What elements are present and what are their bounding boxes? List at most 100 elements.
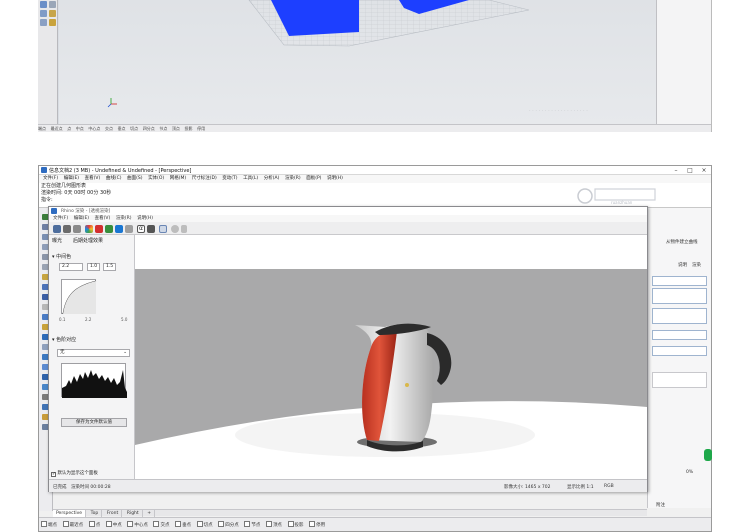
post-effects-icon[interactable] xyxy=(159,225,167,233)
osnap-tangent[interactable]: 切点 xyxy=(197,521,213,528)
osnap-point[interactable]: 点 xyxy=(89,521,101,528)
post-effects-tab[interactable]: 后期处理效果 xyxy=(73,237,103,244)
osnap-mid[interactable]: 中点 xyxy=(106,521,122,528)
curve-tick: 5.0 xyxy=(121,317,128,322)
midtones-section-header[interactable]: ▾ 中间色 xyxy=(52,253,71,260)
add-tab-button[interactable]: + xyxy=(144,510,156,517)
render-viewport[interactable] xyxy=(135,235,647,479)
alpha-channel-icon[interactable] xyxy=(125,225,133,233)
tool-icon[interactable] xyxy=(40,1,47,8)
menu-tools[interactable]: 工具(L) xyxy=(243,175,258,183)
render-tab-label[interactable]: 渲染 xyxy=(692,262,701,268)
osnap-intersection[interactable]: 交点 xyxy=(153,521,169,528)
menu-help[interactable]: 说明(H) xyxy=(327,175,343,183)
osnap-item[interactable]: 投影 xyxy=(185,126,193,132)
tool-icon[interactable] xyxy=(49,10,56,17)
render-menu-render[interactable]: 渲染(R) xyxy=(116,215,132,222)
checkbox-icon[interactable]: ✓ xyxy=(51,472,56,477)
render-menu-file[interactable]: 文件(F) xyxy=(53,215,68,222)
osnap-item[interactable]: 中心点 xyxy=(88,126,100,132)
render-menu-edit[interactable]: 编辑(E) xyxy=(74,215,89,222)
menu-solid[interactable]: 实体(O) xyxy=(148,175,164,183)
menu-mesh[interactable]: 网格(M) xyxy=(170,175,186,183)
rgb-channel-icon[interactable] xyxy=(85,225,93,233)
midtone-value-input[interactable]: 1.0 xyxy=(87,263,100,271)
osnap-near[interactable]: 最近点 xyxy=(63,521,84,528)
percent-readout[interactable]: 0% xyxy=(686,470,693,475)
close-icon[interactable]: × xyxy=(697,166,711,175)
green-channel-icon[interactable] xyxy=(105,225,113,233)
panel-list-field[interactable] xyxy=(652,288,707,304)
osnap-end[interactable]: 端点 xyxy=(41,521,57,528)
osnap-project[interactable]: 投影 xyxy=(288,521,304,528)
osnap-disable[interactable]: 停用 xyxy=(309,521,325,528)
osnap-vertex[interactable]: 顶点 xyxy=(266,521,282,528)
show-panel-checkbox[interactable]: ✓ 默认为显示这个面板 xyxy=(51,470,98,477)
osnap-quad[interactable]: 四分点 xyxy=(218,521,239,528)
osnap-item[interactable]: 顶点 xyxy=(172,126,180,132)
menu-file[interactable]: 文件(F) xyxy=(43,175,58,183)
osnap-item[interactable]: 交点 xyxy=(105,126,113,132)
menu-edit[interactable]: 编辑(E) xyxy=(64,175,79,183)
osnap-center[interactable]: 中心点 xyxy=(127,521,148,528)
exposure-tab[interactable]: 曝光 xyxy=(52,237,62,244)
osnap-item[interactable]: 点 xyxy=(67,126,71,132)
menu-panels[interactable]: 面板(P) xyxy=(306,175,321,183)
panel-list-field[interactable] xyxy=(652,308,707,324)
tone-mapping-section-header[interactable]: ▾ 色阶对应 xyxy=(52,336,76,343)
search-field[interactable] xyxy=(652,276,707,286)
chevron-down-icon: ⌄ xyxy=(123,350,127,355)
menu-surface[interactable]: 曲面(S) xyxy=(127,175,142,183)
osnap-item[interactable]: 节点 xyxy=(159,126,167,132)
midtone-gamma-input[interactable]: 2.2 xyxy=(59,263,83,271)
menu-view[interactable]: 查看(V) xyxy=(85,175,101,183)
help-tab-label[interactable]: 说明 xyxy=(678,262,687,268)
render-title-bar: Rhino 渲染 - [透视渲染] xyxy=(49,207,647,215)
tab-top[interactable]: Top xyxy=(88,510,103,517)
midtone-value-input[interactable]: 1.5 xyxy=(103,263,116,271)
osnap-item[interactable]: 端点 xyxy=(38,126,46,132)
alpha-symbol-icon[interactable]: α xyxy=(137,225,145,233)
osnap-item[interactable]: 切点 xyxy=(130,126,138,132)
tool-icon[interactable] xyxy=(49,1,56,8)
maximize-icon[interactable]: □ xyxy=(683,166,697,175)
osnap-item[interactable]: 停用 xyxy=(197,126,205,132)
render-menu-view[interactable]: 查看(V) xyxy=(95,215,111,222)
pause-icon[interactable] xyxy=(181,225,187,233)
tab-right[interactable]: Right xyxy=(124,510,143,517)
osnap-item[interactable]: 最近点 xyxy=(51,126,63,132)
osnap-item[interactable]: 四分点 xyxy=(143,126,155,132)
notes-label[interactable]: 附注 xyxy=(656,502,665,508)
osnap-knot[interactable]: 节点 xyxy=(244,521,260,528)
menu-curve[interactable]: 曲线(C) xyxy=(106,175,122,183)
osnap-item[interactable]: 垂点 xyxy=(118,126,126,132)
top-viewport[interactable]: · · · · · · · · · · · · · · · · · · · xyxy=(59,0,659,124)
tool-icon[interactable] xyxy=(40,19,47,26)
menu-analyze[interactable]: 分析(A) xyxy=(264,175,280,183)
render-menu-help[interactable]: 说明(H) xyxy=(137,215,153,222)
menu-dimension[interactable]: 尺寸标注(D) xyxy=(192,175,217,183)
menu-render[interactable]: 渲染(R) xyxy=(285,175,301,183)
panel-value-field[interactable] xyxy=(652,330,707,340)
tool-icon[interactable] xyxy=(40,10,47,17)
save-defaults-button[interactable]: 保存为文件默认值 xyxy=(61,418,127,427)
print-icon[interactable] xyxy=(73,225,81,233)
rotate-icon[interactable] xyxy=(147,225,155,233)
save-icon[interactable] xyxy=(53,225,61,233)
tab-front[interactable]: Front xyxy=(104,510,123,517)
osnap-item[interactable]: 中点 xyxy=(76,126,84,132)
panel-value-field[interactable] xyxy=(652,346,707,356)
tab-perspective[interactable]: Perspective xyxy=(53,510,87,517)
create-curve-label[interactable]: 从物件建立曲线 xyxy=(666,239,698,245)
stop-icon[interactable] xyxy=(171,225,179,233)
side-green-handle[interactable] xyxy=(704,449,712,461)
tone-mapping-select[interactable]: 无 ⌄ xyxy=(57,349,130,357)
minimize-icon[interactable]: – xyxy=(669,166,683,175)
tool-icon[interactable] xyxy=(49,19,56,26)
menu-transform[interactable]: 变动(T) xyxy=(222,175,237,183)
blue-channel-icon[interactable] xyxy=(115,225,123,233)
red-channel-icon[interactable] xyxy=(95,225,103,233)
osnap-perp[interactable]: 垂点 xyxy=(175,521,191,528)
gamma-curve[interactable] xyxy=(61,279,97,315)
copy-icon[interactable] xyxy=(63,225,71,233)
